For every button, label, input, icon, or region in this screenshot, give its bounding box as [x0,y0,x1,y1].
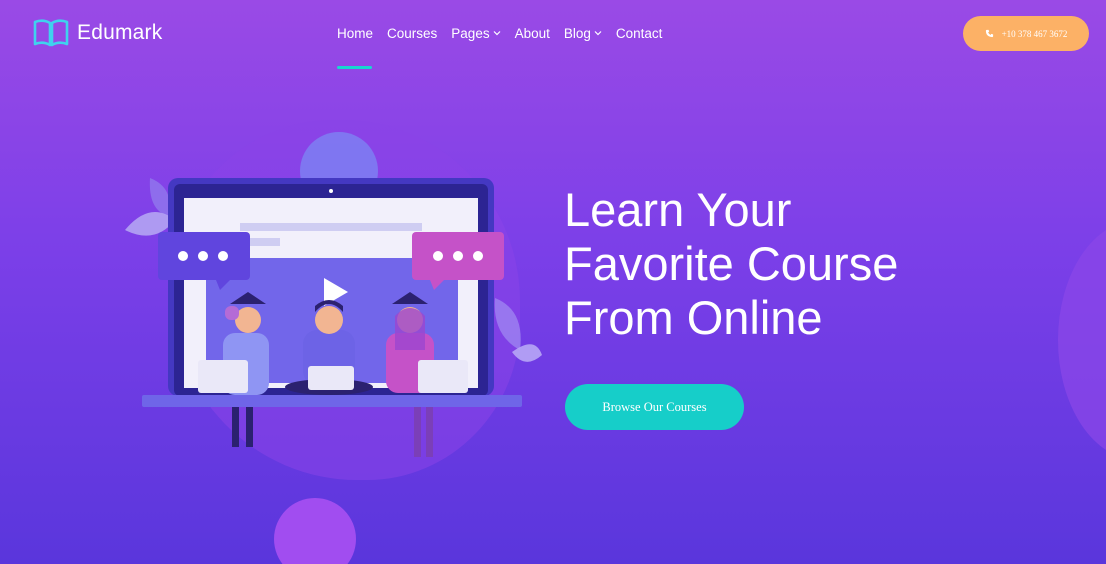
page: Edumark Home Courses Pages About Blog Co… [0,0,1106,564]
nav-item-pages[interactable]: Pages [451,24,501,42]
nav-item-label: About [514,25,550,41]
phone-number: +10 378 467 3672 [1001,28,1068,39]
active-nav-indicator [337,66,372,69]
nav-item-label: Pages [451,25,490,41]
nav-item-courses[interactable]: Courses [387,24,437,42]
chevron-down-icon [493,31,501,36]
nav-item-label: Home [337,25,374,41]
phone-button[interactable]: +10 378 467 3672 [963,16,1089,51]
nav-item-about[interactable]: About [515,24,550,42]
nav-item-contact[interactable]: Contact [616,24,663,42]
nav-item-blog[interactable]: Blog [564,24,602,42]
background-circle-right [1058,220,1106,460]
nav-item-label: Contact [615,25,663,41]
logo[interactable]: Edumark [33,18,162,48]
hero-title-line: Favorite Course [564,237,899,290]
nav-item-label: Blog [563,25,591,41]
open-book-icon [33,19,69,47]
background-circle-bottom [274,498,356,564]
online-learning-illustration [125,178,542,457]
nav-item-label: Courses [387,25,438,41]
hero-title: Learn Your Favorite Course From Online [564,183,984,345]
hero-title-line: Learn Your [564,183,792,236]
browse-courses-button[interactable]: Browse Our Courses [565,384,744,430]
nav-item-home[interactable]: Home [337,24,373,42]
main-nav: Home Courses Pages About Blog Contact [337,24,662,42]
chevron-down-icon [594,31,602,36]
hero-title-line: From Online [564,291,823,344]
brand-name: Edumark [77,21,163,44]
phone-icon [985,29,993,38]
